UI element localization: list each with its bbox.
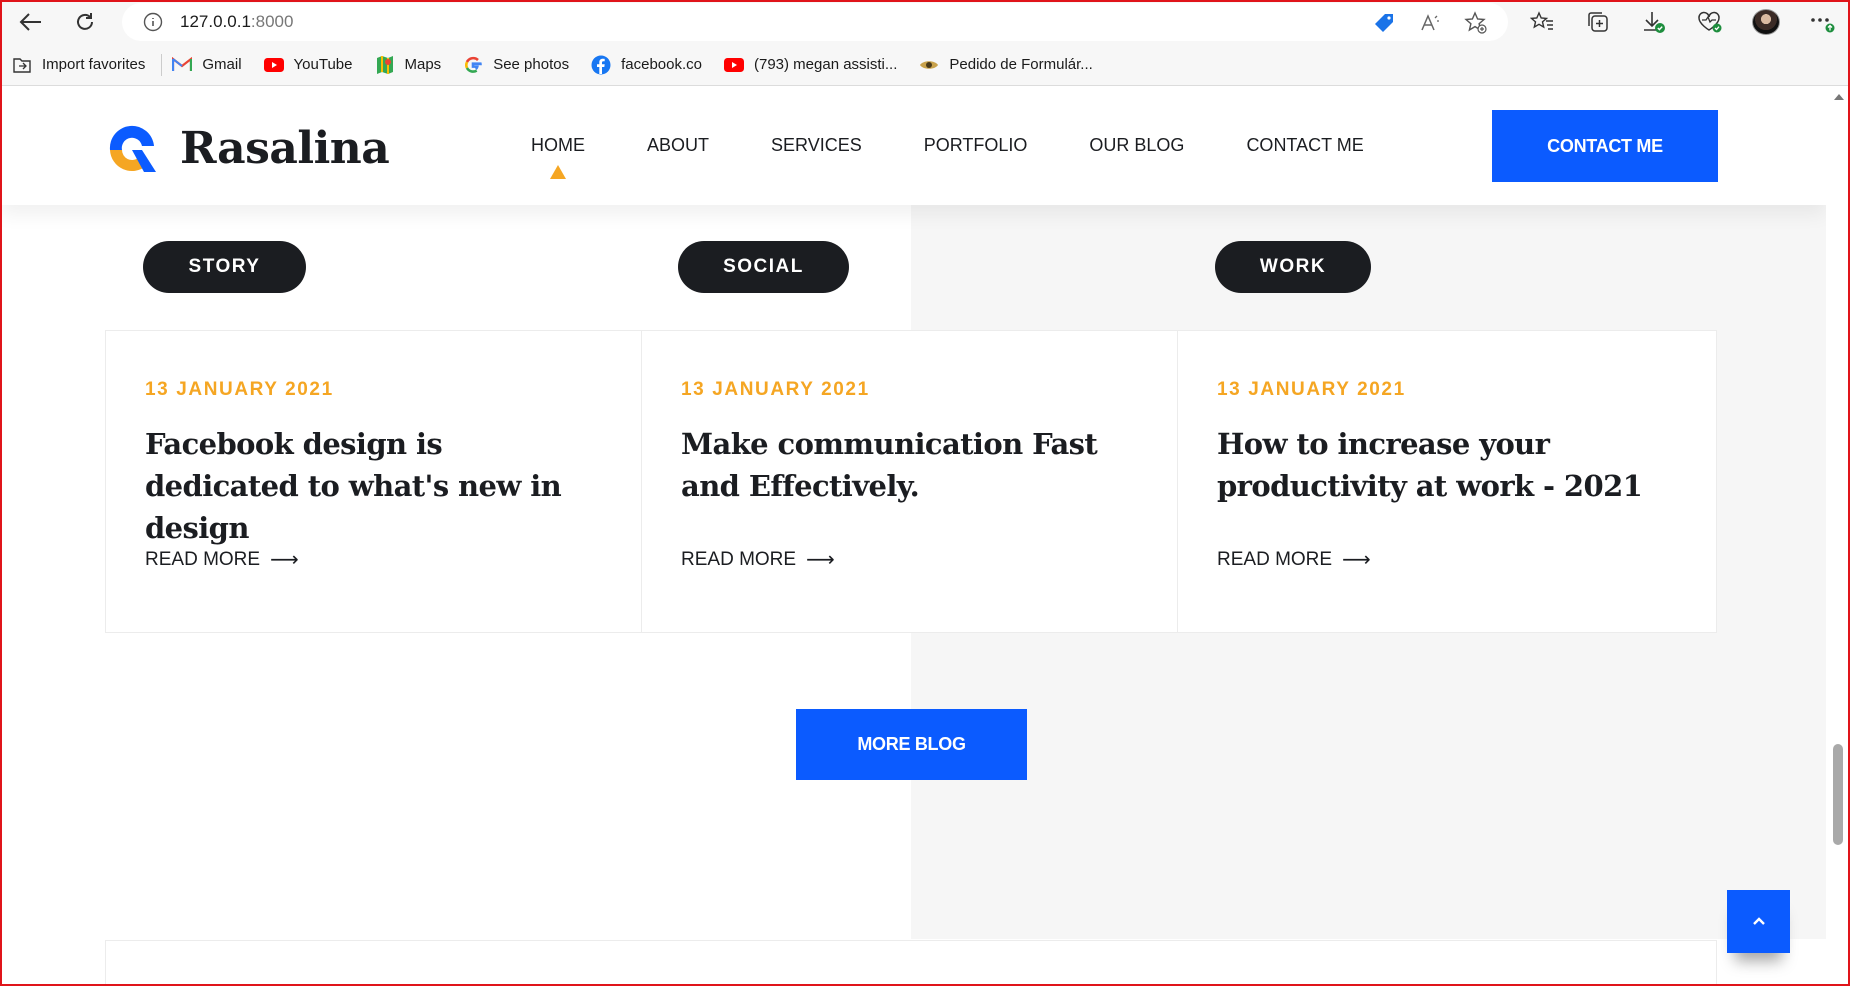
import-icon xyxy=(12,56,32,74)
main-nav: HOME ABOUT SERVICES PORTFOLIO OUR BLOG C… xyxy=(531,135,1426,179)
arrow-right-icon: ⟶ xyxy=(806,549,835,571)
address-bar[interactable]: 127.0.0.1:8000 xyxy=(122,3,1508,41)
downloads-icon[interactable] xyxy=(1640,9,1668,35)
contact-me-button[interactable]: CONTACT ME xyxy=(1492,110,1718,182)
site-header: Rasalina HOME ABOUT SERVICES PORTFOLIO O… xyxy=(0,87,1826,205)
read-more-link[interactable]: READ MORE ⟶ xyxy=(681,547,835,572)
facebook-icon xyxy=(591,55,611,74)
maps-icon xyxy=(375,55,395,74)
read-more-link[interactable]: READ MORE ⟶ xyxy=(145,547,299,572)
browser-toolbar: 127.0.0.1:8000 xyxy=(0,0,1850,44)
scroll-to-top-button[interactable] xyxy=(1727,890,1790,953)
bookmark-see-photos[interactable]: See photos xyxy=(463,56,569,74)
reload-button[interactable] xyxy=(68,6,102,38)
bookmarks-bar: Import favorites Gmail YouTube Maps See … xyxy=(0,44,1850,86)
url-text[interactable]: 127.0.0.1:8000 xyxy=(180,12,293,32)
post-title[interactable]: Make communication Fast and Effectively. xyxy=(681,423,1139,507)
blog-card: 13 JANUARY 2021 How to increase your pro… xyxy=(1178,331,1716,632)
read-aloud-icon[interactable] xyxy=(1418,11,1442,35)
read-more-label: READ MORE xyxy=(145,548,261,570)
google-icon xyxy=(463,56,483,74)
tag-story[interactable]: STORY xyxy=(143,241,306,293)
post-title[interactable]: How to increase your productivity at wor… xyxy=(1217,423,1678,507)
bookmark-pedido-formulario[interactable]: Pedido de Formulár... xyxy=(919,56,1093,74)
add-favorite-icon[interactable] xyxy=(1464,11,1488,35)
chevron-up-icon xyxy=(1752,913,1766,931)
bookmark-label: facebook.co xyxy=(621,56,702,73)
site-logo[interactable]: Rasalina xyxy=(104,120,390,176)
settings-more-icon[interactable] xyxy=(1808,9,1836,35)
nav-portfolio[interactable]: PORTFOLIO xyxy=(924,135,1028,156)
read-more-label: READ MORE xyxy=(1217,548,1333,570)
bookmark-label: See photos xyxy=(493,56,570,73)
eye-icon xyxy=(919,56,939,74)
brand-name: Rasalina xyxy=(180,122,390,174)
web-page: Rasalina HOME ABOUT SERVICES PORTFOLIO O… xyxy=(0,87,1826,986)
arrow-right-icon: ⟶ xyxy=(1342,549,1371,571)
bookmark-youtube[interactable]: YouTube xyxy=(263,56,353,74)
next-section-box xyxy=(105,940,1717,986)
post-date: 13 JANUARY 2021 xyxy=(681,379,870,400)
youtube-icon xyxy=(723,56,744,74)
bookmark-gmail[interactable]: Gmail xyxy=(172,56,242,74)
gmail-icon xyxy=(172,56,193,74)
more-blog-button[interactable]: MORE BLOG xyxy=(796,709,1027,780)
coupon-tag-icon[interactable] xyxy=(1372,11,1396,35)
post-title[interactable]: Facebook design is dedicated to what's n… xyxy=(145,423,603,549)
nav-services[interactable]: SERVICES xyxy=(771,135,862,156)
nav-our-blog[interactable]: OUR BLOG xyxy=(1089,135,1184,156)
url-host: 127.0.0.1 xyxy=(180,12,251,31)
blog-cards: 13 JANUARY 2021 Facebook design is dedic… xyxy=(105,330,1717,633)
bookmark-label: Pedido de Formulár... xyxy=(949,56,1093,73)
arrow-right-icon: ⟶ xyxy=(270,549,299,571)
browser-essentials-icon[interactable] xyxy=(1696,9,1724,35)
nav-about[interactable]: ABOUT xyxy=(647,135,709,156)
nav-home[interactable]: HOME xyxy=(531,135,585,179)
logo-icon xyxy=(104,120,160,176)
bookmark-label: YouTube xyxy=(293,56,353,73)
bookmark-label: Gmail xyxy=(202,56,242,73)
post-date: 13 JANUARY 2021 xyxy=(1217,379,1406,400)
bookmark-facebook[interactable]: facebook.co xyxy=(591,55,702,74)
favorites-icon[interactable] xyxy=(1528,9,1556,35)
nav-contact-me[interactable]: CONTACT ME xyxy=(1246,135,1363,156)
back-button[interactable] xyxy=(14,6,48,38)
bookmark-label: Import favorites xyxy=(42,56,146,73)
profile-avatar[interactable] xyxy=(1752,9,1780,35)
bookmark-label: Maps xyxy=(404,56,442,73)
blog-card: 13 JANUARY 2021 Facebook design is dedic… xyxy=(106,331,642,632)
blog-card: 13 JANUARY 2021 Make communication Fast … xyxy=(642,331,1178,632)
bookmark-maps[interactable]: Maps xyxy=(375,55,442,74)
tag-social[interactable]: SOCIAL xyxy=(678,241,849,293)
read-more-label: READ MORE xyxy=(681,548,797,570)
bookmark-youtube-megan[interactable]: (793) megan assisti... xyxy=(723,56,898,74)
bookmark-label: (793) megan assisti... xyxy=(753,56,898,73)
collections-icon[interactable] xyxy=(1584,9,1612,35)
url-port: :8000 xyxy=(250,12,294,31)
tag-work[interactable]: WORK xyxy=(1215,241,1371,293)
post-date: 13 JANUARY 2021 xyxy=(145,379,334,400)
scroll-up-arrow-icon[interactable] xyxy=(1834,94,1844,100)
youtube-icon xyxy=(263,56,284,74)
scrollbar-thumb[interactable] xyxy=(1833,744,1843,845)
bookmark-import-favorites[interactable]: Import favorites xyxy=(12,56,145,74)
scrollbar[interactable] xyxy=(1826,87,1850,986)
read-more-link[interactable]: READ MORE ⟶ xyxy=(1217,547,1371,572)
site-info-icon[interactable] xyxy=(142,11,164,33)
